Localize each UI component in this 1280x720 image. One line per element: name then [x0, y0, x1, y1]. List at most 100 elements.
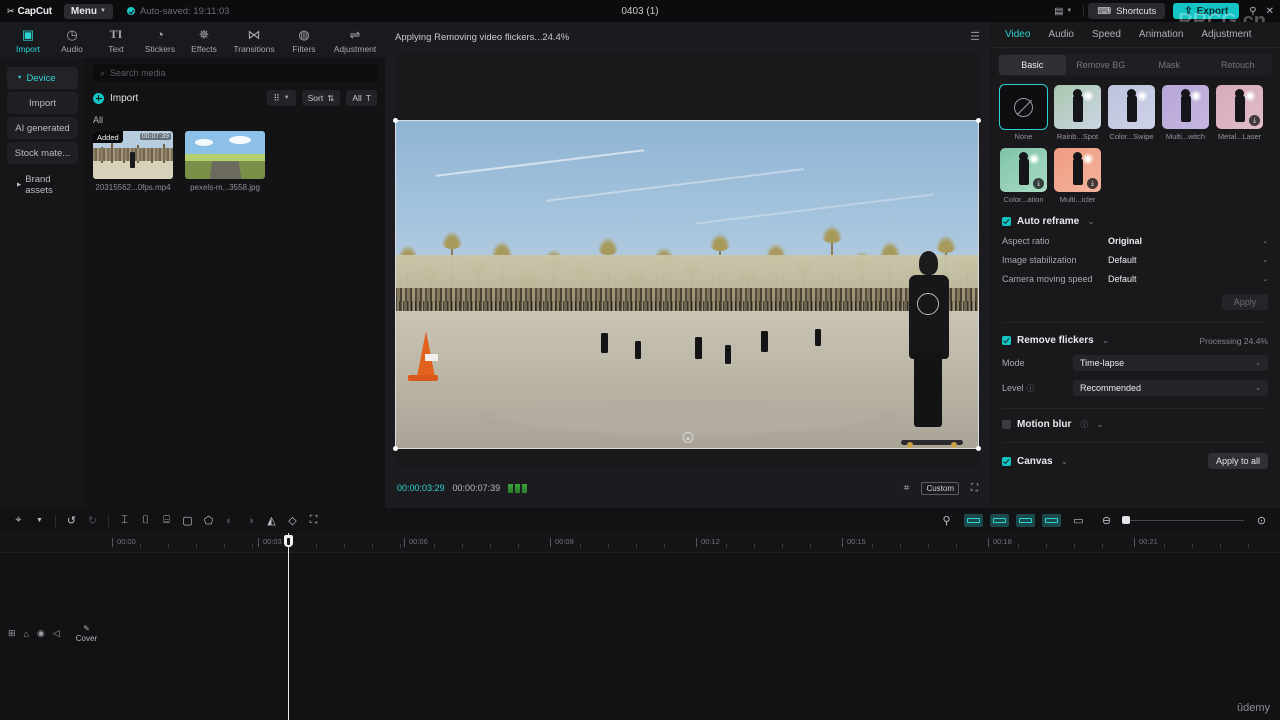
effect-multi-icler[interactable]: ⤓ Multi...icler	[1054, 148, 1101, 204]
close-icon[interactable]: ✕	[1266, 6, 1274, 17]
undo-icon[interactable]: ↺	[61, 511, 82, 530]
tab-speed[interactable]: Speed	[1083, 22, 1130, 48]
shortcuts-button[interactable]: ⌨ Shortcuts	[1088, 3, 1166, 19]
media-item-video[interactable]: Added 00:07:39 20315562...0fps.mp4	[93, 131, 173, 192]
tab-stickers[interactable]: ◔ Stickers	[138, 27, 182, 54]
cover-button[interactable]: ✎ Cover	[76, 624, 97, 643]
import-button[interactable]: Import	[93, 92, 138, 104]
tab-text[interactable]: TI Text	[94, 27, 138, 54]
effect-multi-switch[interactable]: Multi...witch	[1162, 85, 1209, 141]
snap-icon[interactable]	[1042, 514, 1061, 527]
camera-moving-speed-select[interactable]: Default ⌄	[1108, 274, 1268, 284]
crop-icon[interactable]: ⛶	[303, 511, 324, 530]
mirror-icon[interactable]: ◭	[261, 511, 282, 530]
effect-thumbnail[interactable]	[999, 84, 1048, 130]
sidebar-item-device[interactable]: ▼ Device	[7, 67, 78, 89]
menu-button[interactable]: Menu ▼	[63, 3, 113, 19]
effect-none[interactable]: None	[999, 84, 1048, 141]
keyframe-add-icon[interactable]	[990, 514, 1009, 527]
sort-button[interactable]: Sort ⇅	[301, 90, 341, 106]
effect-color-swipe[interactable]: Color...Swipe	[1108, 85, 1155, 141]
tab-filters[interactable]: ◍ Filters	[282, 27, 326, 54]
effect-thumbnail[interactable]: ⤓	[1054, 148, 1101, 192]
collapse-icon[interactable]: ⌄	[1087, 216, 1095, 227]
mic-icon[interactable]: ⚲	[936, 511, 957, 530]
auto-reframe-checkbox[interactable]	[1002, 217, 1011, 226]
hide-track-icon[interactable]: ◉	[37, 628, 45, 639]
tab-adjustment[interactable]: Adjustment	[1192, 22, 1260, 48]
download-icon[interactable]: ⤓	[1249, 115, 1260, 126]
crop-rotate-icon[interactable]: ◇	[282, 511, 303, 530]
sidebar-item-stock-material[interactable]: Stock mate...	[7, 142, 78, 164]
filter-button[interactable]: All T	[346, 90, 377, 106]
rotate-handle-icon[interactable]	[682, 432, 693, 443]
info-icon[interactable]: ⓘ	[1027, 383, 1035, 394]
tab-audio[interactable]: ◷ Audio	[50, 27, 94, 54]
apply-to-all-button[interactable]: Apply to all	[1207, 453, 1268, 469]
tab-audio[interactable]: Audio	[1039, 22, 1083, 48]
zoom-slider-track[interactable]	[1122, 516, 1244, 525]
level-select[interactable]: Recommended ⌄	[1073, 380, 1268, 396]
search-input[interactable]: Search media	[110, 68, 166, 78]
zoom-slider[interactable]	[1122, 516, 1244, 525]
zoom-out-icon[interactable]: ⊖	[1096, 511, 1117, 530]
delete-icon[interactable]: ▢	[177, 511, 198, 530]
playhead-handle[interactable]	[284, 535, 293, 547]
add-track-icon[interactable]: ⊞	[8, 628, 16, 639]
media-thumbnail[interactable]	[185, 131, 265, 179]
effect-thumbnail[interactable]	[1054, 85, 1101, 129]
aspect-ratio-button[interactable]: Custom	[921, 481, 959, 495]
tab-transitions[interactable]: ⋈ Transitions	[226, 27, 282, 54]
collapse-icon[interactable]: ⌄	[1096, 419, 1104, 430]
sidebar-item-brand-assets[interactable]: ▶ Brand assets	[7, 174, 78, 196]
preview-mode-icon[interactable]: ▭	[1068, 511, 1089, 530]
keyframe-prev-icon[interactable]	[964, 514, 983, 527]
sidebar-item-import[interactable]: Import	[7, 92, 78, 114]
magnifier-icon[interactable]: ⌗	[904, 483, 910, 494]
timeline-ruler[interactable]: 00:00 00:03 00:06 00:09 00:12 00:15 00:1…	[0, 533, 1280, 553]
effect-thumbnail[interactable]: ⤓	[1216, 85, 1263, 129]
freeze-icon[interactable]: ⬠	[198, 511, 219, 530]
trim-left-icon[interactable]: ⌷	[135, 511, 156, 530]
split-icon[interactable]: ⌶	[114, 511, 135, 530]
select-tool-icon[interactable]: ⌖	[8, 511, 29, 530]
effect-thumbnail[interactable]	[1162, 85, 1209, 129]
effect-coloration[interactable]: ⤓ Color...ation	[1000, 148, 1047, 204]
video-canvas[interactable]	[395, 120, 979, 449]
lock-track-icon[interactable]: ⌂	[24, 629, 29, 639]
layout-button[interactable]: ▤ ▼	[1047, 3, 1079, 19]
subtab-remove-bg[interactable]: Remove BG	[1068, 55, 1135, 75]
effect-thumbnail[interactable]	[1108, 85, 1155, 129]
effect-rainbow-spot[interactable]: Rainb...Spot	[1054, 85, 1101, 141]
image-stabilization-select[interactable]: Default ⌄	[1108, 255, 1268, 265]
collapse-icon[interactable]: ⌄	[1102, 335, 1110, 346]
download-icon[interactable]: ⤓	[1087, 178, 1098, 189]
canvas-checkbox[interactable]	[1002, 456, 1011, 466]
tool-dropdown-icon[interactable]: ▼	[29, 511, 50, 530]
hamburger-icon[interactable]: ☰	[970, 31, 980, 43]
subtab-mask[interactable]: Mask	[1136, 55, 1203, 75]
media-thumbnail[interactable]: Added 00:07:39	[93, 131, 173, 179]
search-bar[interactable]: ⌕ Search media	[93, 64, 377, 82]
apply-button[interactable]: Apply	[1222, 294, 1268, 310]
fullscreen-icon[interactable]: ⛶	[971, 483, 978, 494]
tab-import[interactable]: ▣ Import	[6, 27, 50, 54]
aspect-ratio-select[interactable]: Original ⌄	[1108, 236, 1268, 246]
effect-metal-laser[interactable]: ⤓ Metal...Laser	[1216, 85, 1263, 141]
subtab-basic[interactable]: Basic	[999, 55, 1066, 75]
mute-track-icon[interactable]: ◁	[53, 628, 60, 639]
trim-right-icon[interactable]: ⌸	[156, 511, 177, 530]
collapse-icon[interactable]: ⌄	[1061, 456, 1069, 467]
zoom-slider-knob[interactable]	[1122, 516, 1130, 525]
tab-effects[interactable]: ✵ Effects	[182, 27, 226, 54]
sidebar-item-ai-generated[interactable]: AI generated	[7, 117, 78, 139]
info-icon[interactable]: ⓘ	[1080, 419, 1088, 430]
subtab-retouch[interactable]: Retouch	[1205, 55, 1272, 75]
mode-select[interactable]: Time-lapse ⌄	[1073, 355, 1268, 371]
motion-blur-checkbox[interactable]	[1002, 420, 1011, 429]
zoom-reset-icon[interactable]: ⊙	[1251, 511, 1272, 530]
media-item-image[interactable]: pexels-m...3558.jpg	[185, 131, 265, 192]
tab-animation[interactable]: Animation	[1130, 22, 1192, 48]
remove-flickers-checkbox[interactable]	[1002, 336, 1011, 345]
keyframe-next-icon[interactable]	[1016, 514, 1035, 527]
